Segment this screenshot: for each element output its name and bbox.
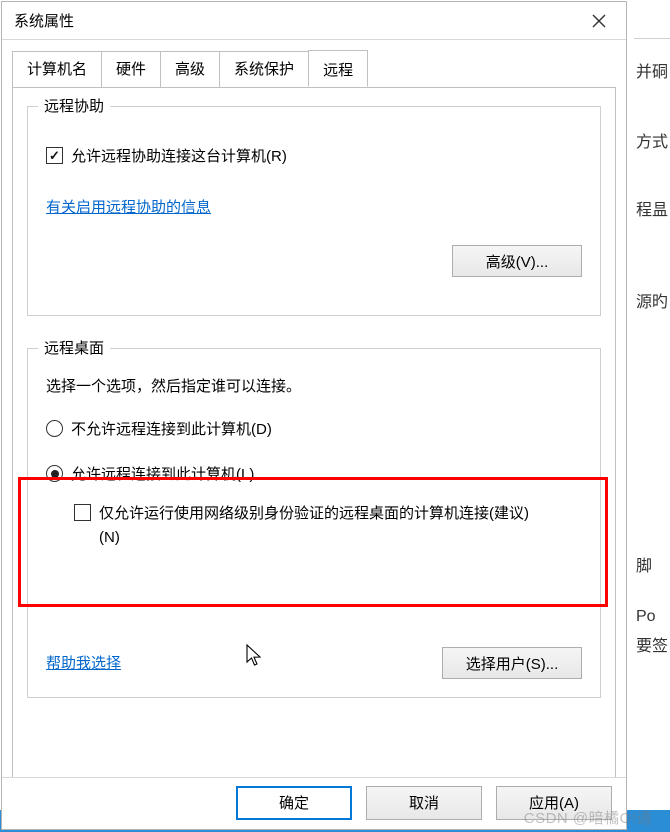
deny-remote-connections-label: 不允许远程连接到此计算机(D) bbox=[71, 418, 272, 439]
cancel-button[interactable]: 取消 bbox=[366, 786, 482, 820]
deny-remote-connections-row[interactable]: 不允许远程连接到此计算机(D) bbox=[46, 418, 582, 439]
bg-text: 程昷 bbox=[636, 196, 668, 220]
titlebar: 系统属性 bbox=[2, 2, 626, 40]
bg-text: 方式 bbox=[636, 128, 668, 152]
allow-remote-assistance-checkbox[interactable] bbox=[46, 147, 63, 164]
tab-remote[interactable]: 远程 bbox=[308, 50, 368, 87]
close-icon bbox=[592, 14, 606, 28]
remote-desktop-desc: 选择一个选项，然后指定谁可以连接。 bbox=[46, 375, 582, 396]
window-title: 系统属性 bbox=[14, 10, 74, 31]
allow-remote-connections-row[interactable]: 允许远程连接到此计算机(L) bbox=[46, 463, 582, 484]
remote-assistance-group: 远程协助 允许远程协助连接这台计算机(R) 有关启用远程协助的信息 高级(V).… bbox=[27, 106, 601, 316]
tab-body-remote: 远程协助 允许远程协助连接这台计算机(R) 有关启用远程协助的信息 高级(V).… bbox=[12, 87, 616, 787]
bg-text: 脚 bbox=[636, 552, 652, 576]
nla-only-checkbox[interactable] bbox=[74, 504, 91, 521]
select-users-button[interactable]: 选择用户(S)... bbox=[442, 647, 582, 679]
nla-only-label: 仅允许运行使用网络级别身份验证的远程桌面的计算机连接(建议)(N) bbox=[99, 502, 539, 550]
watermark: CSDN @暗橘O!通 bbox=[524, 807, 652, 828]
remote-desktop-legend: 远程桌面 bbox=[38, 337, 110, 358]
remote-assistance-advanced-button[interactable]: 高级(V)... bbox=[452, 245, 582, 277]
tab-system-protection[interactable]: 系统保护 bbox=[219, 51, 309, 88]
allow-remote-assistance-row[interactable]: 允许远程协助连接这台计算机(R) bbox=[46, 145, 582, 166]
bg-text: 源旳 bbox=[636, 288, 668, 312]
tab-strip: 计算机名 硬件 高级 系统保护 远程 bbox=[12, 50, 616, 87]
allow-remote-connections-radio[interactable] bbox=[46, 465, 63, 482]
ok-button[interactable]: 确定 bbox=[236, 786, 352, 820]
close-button[interactable] bbox=[572, 2, 626, 40]
allow-remote-connections-label: 允许远程连接到此计算机(L) bbox=[71, 463, 254, 484]
bg-text: 要签 bbox=[636, 632, 668, 656]
bg-text: Po bbox=[636, 608, 656, 626]
help-me-choose-link[interactable]: 帮助我选择 bbox=[46, 655, 121, 672]
nla-only-row[interactable]: 仅允许运行使用网络级别身份验证的远程桌面的计算机连接(建议)(N) bbox=[74, 502, 582, 550]
tab-hardware[interactable]: 硬件 bbox=[101, 51, 161, 88]
tab-advanced[interactable]: 高级 bbox=[160, 51, 220, 88]
allow-remote-assistance-label: 允许远程协助连接这台计算机(R) bbox=[71, 145, 287, 166]
remote-assistance-legend: 远程协助 bbox=[38, 95, 110, 116]
remote-desktop-group: 远程桌面 选择一个选项，然后指定谁可以连接。 不允许远程连接到此计算机(D) 允… bbox=[27, 348, 601, 698]
tab-computer-name[interactable]: 计算机名 bbox=[12, 51, 102, 88]
system-properties-dialog: 系统属性 计算机名 硬件 高级 系统保护 远程 远程协助 允许远程协助连接这台计… bbox=[1, 1, 627, 830]
bg-text: 并硐 bbox=[636, 58, 668, 82]
remote-assistance-info-link[interactable]: 有关启用远程协助的信息 bbox=[46, 199, 211, 216]
deny-remote-connections-radio[interactable] bbox=[46, 420, 63, 437]
